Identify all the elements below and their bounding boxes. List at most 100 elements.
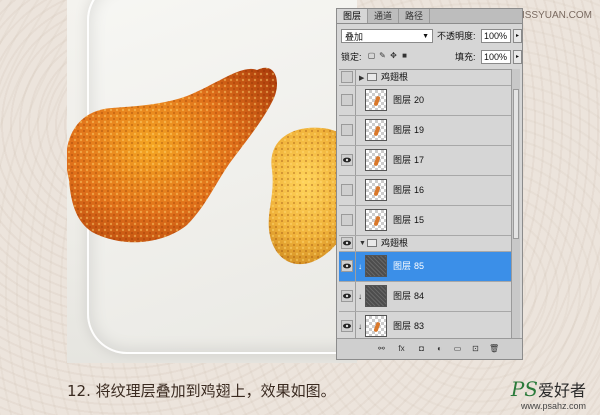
- layer-group-row[interactable]: ▶ 鸡翅根: [339, 70, 512, 86]
- visibility-eye-icon[interactable]: [341, 214, 353, 226]
- lock-move-icon[interactable]: ✥: [389, 51, 398, 60]
- expand-triangle-down-icon[interactable]: ▼: [359, 240, 366, 247]
- layer-number: 84: [414, 291, 425, 301]
- adjustment-layer-icon[interactable]: ◐: [435, 344, 444, 353]
- layer-row[interactable]: 图层 20: [339, 86, 512, 116]
- layer-thumbnail: [365, 119, 387, 141]
- fill-input[interactable]: 100%: [481, 50, 511, 64]
- layer-thumbnail: [365, 315, 387, 337]
- layer-number: 85: [414, 261, 425, 271]
- folder-icon: [367, 73, 377, 81]
- lock-label: 锁定:: [341, 52, 362, 62]
- logo-han: 爱好者: [537, 381, 586, 400]
- layer-row[interactable]: ↓ 图层 85: [339, 252, 512, 282]
- scrollbar-thumb[interactable]: [513, 89, 519, 239]
- column-divider: [355, 252, 356, 281]
- visibility-eye-icon[interactable]: [341, 290, 353, 302]
- thumbnail-content: [373, 155, 381, 167]
- lock-transparent-icon[interactable]: ▢: [367, 51, 376, 60]
- layer-thumbnail: [365, 149, 387, 171]
- visibility-eye-icon[interactable]: [341, 320, 353, 332]
- link-layers-icon[interactable]: ⚯: [377, 344, 386, 353]
- folder-icon: [367, 239, 377, 247]
- logo-url: www.psahz.com: [520, 401, 586, 411]
- opacity-label: 不透明度:: [437, 31, 476, 41]
- layers-scrollbar[interactable]: [511, 69, 520, 339]
- layer-name-text: 图层: [393, 215, 412, 225]
- layer-name: 图层 83: [393, 312, 424, 340]
- fried-chicken-image: [67, 67, 357, 265]
- clipping-mask-icon: ↓: [358, 292, 362, 301]
- layer-row[interactable]: ↓ 图层 83: [339, 312, 512, 340]
- lock-brush-icon[interactable]: ✎: [378, 51, 387, 60]
- visibility-eye-icon[interactable]: [341, 94, 353, 106]
- tab-channels[interactable]: 通道: [368, 9, 400, 23]
- layer-row[interactable]: ↓ 图层 84: [339, 282, 512, 312]
- column-divider: [355, 206, 356, 235]
- new-layer-icon[interactable]: ⊡: [471, 344, 480, 353]
- layer-name: 鸡翅根: [381, 236, 408, 251]
- clipping-mask-icon: ↓: [358, 262, 362, 271]
- new-group-icon[interactable]: ▭: [453, 344, 462, 353]
- layer-name-text: 图层: [393, 321, 412, 331]
- layer-name-text: 鸡翅根: [381, 238, 409, 248]
- panel-footer: ⚯ fx ◘ ◐ ▭ ⊡ 🗑: [337, 338, 522, 359]
- thumbnail-content: [373, 95, 381, 107]
- column-divider: [355, 176, 356, 205]
- layer-name-text: 图层: [393, 95, 412, 105]
- layer-row[interactable]: 图层 17: [339, 146, 512, 176]
- layer-name: 图层 85: [393, 252, 424, 281]
- layer-number: 83: [414, 321, 425, 331]
- layer-row[interactable]: 图层 15: [339, 206, 512, 236]
- thumbnail-content: [373, 321, 381, 333]
- add-mask-icon[interactable]: ◘: [417, 344, 426, 353]
- visibility-eye-icon[interactable]: [341, 71, 353, 83]
- tab-paths[interactable]: 路径: [399, 9, 431, 23]
- layer-number: 19: [414, 125, 425, 135]
- opacity-stepper[interactable]: ▸: [513, 29, 522, 43]
- layer-name: 图层 19: [393, 116, 424, 145]
- visibility-eye-icon[interactable]: [341, 260, 353, 272]
- artwork-canvas: [67, 0, 357, 363]
- blend-mode-value: 叠加: [345, 32, 364, 42]
- chevron-down-icon: ▼: [422, 33, 429, 40]
- fx-icon[interactable]: fx: [397, 344, 406, 353]
- layer-name-text: 图层: [393, 291, 412, 301]
- logo-ps: PS: [510, 377, 538, 401]
- column-divider: [355, 146, 356, 175]
- column-divider: [355, 282, 356, 311]
- expand-triangle-right-icon[interactable]: ▶: [359, 74, 364, 82]
- layer-thumbnail: [365, 179, 387, 201]
- layer-name: 图层 84: [393, 282, 424, 311]
- opacity-input[interactable]: 100%: [481, 29, 511, 43]
- layer-number: 15: [414, 215, 425, 225]
- layer-thumbnail: [365, 285, 387, 307]
- column-divider: [355, 70, 356, 85]
- layer-name-text: 图层: [393, 155, 412, 165]
- layer-number: 16: [414, 185, 425, 195]
- layer-thumbnail: [365, 89, 387, 111]
- lock-all-icon[interactable]: ■: [400, 51, 409, 60]
- layer-name-text: 鸡翅根: [381, 72, 409, 82]
- tutorial-caption: 12. 将纹理层叠加到鸡翅上，效果如图。: [67, 382, 336, 400]
- layer-group-row[interactable]: ▼ 鸡翅根: [339, 236, 512, 252]
- site-logo: PS爱好者 www.psahz.com: [511, 377, 586, 411]
- layer-name: 图层 16: [393, 176, 424, 205]
- tab-layers[interactable]: 图层: [337, 9, 369, 23]
- trash-icon[interactable]: 🗑: [489, 344, 499, 353]
- layers-list: ▶ 鸡翅根 图层 20 图层 19 图层 17 图层 16 图层 15 ▼ 鸡翅根 ↓ 图层 85 ↓ 图层 84 ↓ 图…: [339, 69, 512, 340]
- visibility-eye-icon[interactable]: [341, 237, 353, 249]
- visibility-eye-icon[interactable]: [341, 124, 353, 136]
- visibility-eye-icon[interactable]: [341, 184, 353, 196]
- layer-thumbnail: [365, 209, 387, 231]
- visibility-eye-icon[interactable]: [341, 154, 353, 166]
- fill-stepper[interactable]: ▸: [513, 50, 522, 64]
- layer-name-text: 图层: [393, 261, 412, 271]
- layer-row[interactable]: 图层 19: [339, 116, 512, 146]
- thumbnail-content: [373, 215, 381, 227]
- blend-mode-select[interactable]: 叠加 ▼: [341, 29, 433, 43]
- layer-number: 20: [414, 95, 425, 105]
- layer-row[interactable]: 图层 16: [339, 176, 512, 206]
- fill-label: 填充:: [455, 52, 476, 62]
- layer-name-text: 图层: [393, 125, 412, 135]
